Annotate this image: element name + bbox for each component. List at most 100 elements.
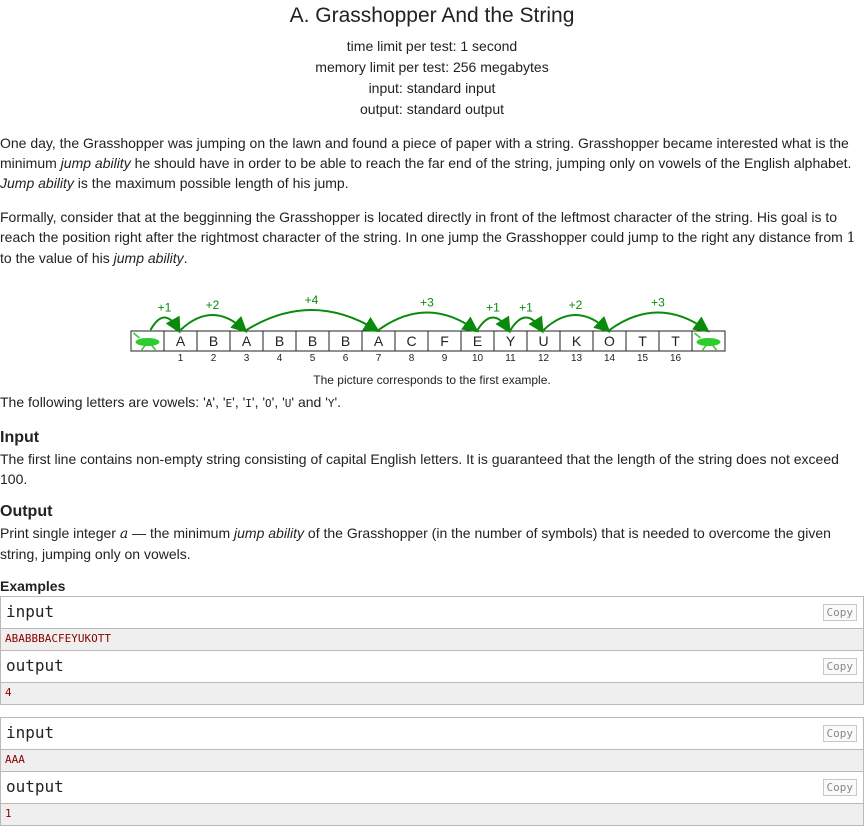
sep: '. [334, 394, 342, 410]
output-heading: Output [0, 503, 53, 520]
copy-button[interactable]: Copy [822, 779, 857, 796]
examples-heading: Examples [0, 578, 66, 594]
position-number: 5 [310, 353, 316, 364]
position-number: 8 [409, 353, 415, 364]
string-letter: A [242, 333, 252, 349]
problem-title: A. Grasshopper And the String [289, 4, 575, 27]
input-label: input [6, 602, 55, 621]
sep: ' and ' [291, 394, 328, 410]
jump-arrow [179, 314, 248, 333]
string-letter: T [638, 333, 647, 349]
output-source: output: standard output [360, 101, 504, 117]
sep: ', ' [212, 394, 226, 410]
term-jump-ability: jump ability [234, 525, 305, 541]
input-label: input [6, 723, 55, 742]
jump-label: +4 [305, 293, 319, 307]
input-heading: Input [0, 429, 40, 446]
string-letter: F [440, 333, 449, 349]
jump-arrow [245, 309, 380, 333]
jump-label: +1 [158, 301, 172, 315]
position-number: 7 [376, 353, 382, 364]
text: he should have in order to be able to re… [130, 155, 852, 171]
string-letter: E [473, 333, 482, 349]
text: . [183, 250, 188, 266]
vowel: Y [327, 397, 335, 410]
jump-label: +2 [569, 298, 583, 312]
jump-label: +2 [206, 298, 220, 312]
string-letter: B [308, 333, 317, 349]
example-output-header: output Copy [1, 651, 863, 683]
output-label: output [6, 656, 64, 675]
position-number: 2 [211, 353, 217, 364]
copy-button[interactable]: Copy [822, 604, 857, 621]
example-input-header: input Copy [1, 597, 863, 629]
vowels-line: The following letters are vowels: 'A', '… [0, 392, 862, 414]
text: Formally, consider that at the begginnin… [0, 209, 847, 245]
output-text: 4 [5, 686, 12, 699]
string-letter: A [176, 333, 186, 349]
math-one: 1 [846, 230, 856, 246]
copy-button[interactable]: Copy [822, 658, 857, 675]
copy-button[interactable]: Copy [822, 725, 857, 742]
output-text: 1 [5, 807, 12, 820]
position-number: 4 [277, 353, 283, 364]
example-output-value: 4 [1, 683, 863, 704]
position-number: 16 [670, 353, 682, 364]
output-label: output [6, 777, 64, 796]
input-text: ABABBBACFEYUKOTT [5, 632, 111, 645]
sep: ', ' [251, 394, 266, 410]
term-jump-ability: jump ability [60, 155, 131, 171]
position-number: 6 [343, 353, 349, 364]
jump-arrow [377, 311, 479, 333]
figure-caption: The picture corresponds to the first exa… [313, 373, 551, 387]
example-input-value: ABABBBACFEYUKOTT [1, 629, 863, 651]
input-text: AAA [5, 753, 25, 766]
string-letter: A [374, 333, 384, 349]
memory-limit: memory limit per test: 256 megabytes [315, 59, 549, 75]
text: Print single integer [0, 525, 120, 541]
example-input-value: AAA [1, 750, 863, 772]
string-letter: K [572, 333, 582, 349]
grasshopper-icon [696, 338, 721, 346]
text: — the minimum [128, 525, 235, 541]
string-letter: T [671, 333, 680, 349]
example-input-header: input Copy [1, 718, 863, 750]
term-jump-ability: Jump ability [0, 175, 74, 191]
string-letter: C [406, 333, 416, 349]
position-number: 11 [505, 353, 516, 364]
limits: time limit per test: 1 second memory lim… [0, 36, 864, 120]
example-1: input Copy ABABBBACFEYUKOTT output Copy … [0, 596, 864, 705]
jump-arrow [149, 315, 181, 334]
position-number: 13 [571, 353, 583, 364]
sep: ', ' [271, 394, 285, 410]
text: to the value of his [0, 250, 114, 266]
input-spec: The first line contains non-empty string… [0, 451, 839, 487]
output-spec: Print single integer a — the minimum jum… [0, 523, 852, 564]
example-output-header: output Copy [1, 772, 863, 804]
jump-arrow [608, 311, 710, 333]
position-number: 3 [244, 353, 250, 364]
text: is the maximum possible length of his ju… [73, 175, 349, 191]
statement-paragraph-2: Formally, consider that at the begginnin… [0, 207, 864, 268]
string-letter: Y [506, 333, 516, 349]
position-number: 12 [538, 353, 550, 364]
statement-paragraph-1: One day, the Grasshopper was jumping on … [0, 133, 864, 193]
math-var: a [119, 526, 129, 542]
vowel: O [265, 397, 272, 410]
jump-label: +1 [519, 301, 533, 315]
grasshopper-figure: A 1 B 2 A 3 B 4 B 5 B 6 A 7 C 8 F 9 E 10 Y 11 U 12 K 13 O 14 T 15 T 16 +… [130, 293, 726, 364]
term-jump-ability: jump ability [113, 250, 184, 266]
example-2: input Copy AAA output Copy 1 [0, 717, 864, 826]
string-letter: B [275, 333, 284, 349]
position-number: 9 [442, 353, 448, 364]
position-number: 10 [472, 353, 484, 364]
sep: ', ' [232, 394, 246, 410]
position-number: 1 [178, 353, 184, 364]
string-letter: O [604, 333, 615, 349]
jump-arrow [509, 315, 544, 334]
string-letter: B [341, 333, 350, 349]
jump-label: +3 [651, 296, 665, 310]
jump-label: +1 [486, 301, 500, 315]
vowel: I [245, 397, 252, 410]
position-number: 15 [637, 353, 649, 364]
